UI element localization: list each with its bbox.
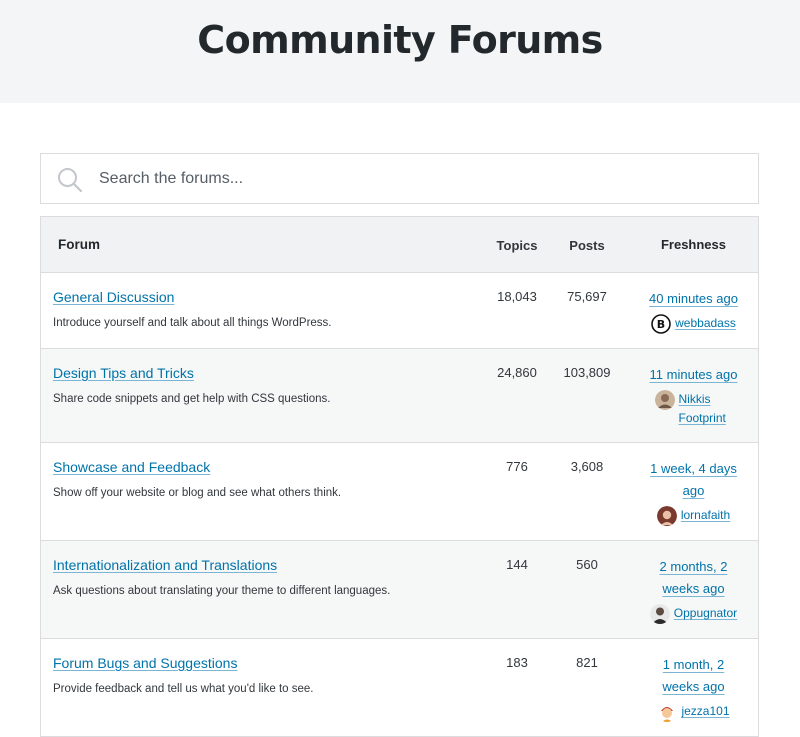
search-input[interactable] <box>99 163 699 194</box>
avatar[interactable] <box>657 702 678 722</box>
forum-row: Showcase and Feedback Show off your webs… <box>41 443 758 541</box>
forum-description: Share code snippets and get help with CS… <box>53 393 331 405</box>
posts-count: 821 <box>576 655 598 670</box>
svg-text:B: B <box>657 318 665 331</box>
forum-title-link[interactable]: General Discussion <box>53 289 174 305</box>
page-title: Community Forums <box>197 18 603 62</box>
avatar[interactable] <box>654 390 675 410</box>
topics-count: 776 <box>506 459 528 474</box>
header-topics: Topics <box>496 237 538 253</box>
author-link[interactable]: lornafaith <box>681 506 730 525</box>
topics-count: 18,043 <box>497 289 537 304</box>
author-link[interactable]: Nikkis Footprint <box>679 390 733 428</box>
forum-row: General Discussion Introduce yourself an… <box>41 273 758 349</box>
topics-count: 24,860 <box>497 365 537 380</box>
header-posts: Posts <box>569 237 605 253</box>
last-author: lornafaith <box>647 506 740 526</box>
forum-row: Internationalization and Translations As… <box>41 541 758 639</box>
last-author: Oppugnator <box>647 604 740 624</box>
last-author: Nikkis Footprint <box>647 390 740 428</box>
author-link[interactable]: webbadass <box>675 314 736 333</box>
forum-title-link[interactable]: Forum Bugs and Suggestions <box>53 655 237 671</box>
freshness-link[interactable]: 1 month, 2 weeks ago <box>647 654 740 698</box>
forum-description: Show off your website or blog and see wh… <box>53 487 342 499</box>
topics-count: 183 <box>506 655 528 670</box>
search-icon <box>58 168 83 193</box>
forum-row: Design Tips and Tricks Share code snippe… <box>41 349 758 443</box>
forum-description: Introduce yourself and talk about all th… <box>53 317 332 329</box>
avatar[interactable] <box>649 604 670 624</box>
posts-count: 560 <box>576 557 598 572</box>
topics-count: 144 <box>506 557 528 572</box>
forums-table: Forum Topics Posts Freshness General Dis… <box>40 216 759 737</box>
forum-row: Forum Bugs and Suggestions Provide feedb… <box>41 639 758 737</box>
search-box[interactable] <box>40 153 759 204</box>
freshness-link[interactable]: 40 minutes ago <box>649 288 738 310</box>
forum-title-link[interactable]: Design Tips and Tricks <box>53 365 194 381</box>
forum-title-link[interactable]: Showcase and Feedback <box>53 459 210 475</box>
author-link[interactable]: Oppugnator <box>674 604 737 623</box>
forum-title-link[interactable]: Internationalization and Translations <box>53 557 277 573</box>
posts-count: 75,697 <box>567 289 607 304</box>
forum-description: Ask questions about translating your the… <box>53 585 391 597</box>
last-author: B webbadass <box>647 314 740 334</box>
posts-count: 103,809 <box>563 365 611 380</box>
forum-description: Provide feedback and tell us what you'd … <box>53 683 314 695</box>
table-header: Forum Topics Posts Freshness <box>41 217 758 273</box>
author-link[interactable]: jezza101 <box>681 702 729 721</box>
freshness-link[interactable]: 1 week, 4 days ago <box>647 458 740 502</box>
forum-content: Forum Topics Posts Freshness General Dis… <box>40 153 759 737</box>
freshness-link[interactable]: 2 months, 2 weeks ago <box>647 556 740 600</box>
freshness-link[interactable]: 11 minutes ago <box>650 364 738 386</box>
header-freshness: Freshness <box>660 237 727 252</box>
last-author: jezza101 <box>647 702 740 722</box>
avatar[interactable] <box>656 506 677 526</box>
avatar[interactable]: B <box>651 314 671 334</box>
posts-count: 3,608 <box>570 459 604 474</box>
header-forum: Forum <box>58 237 100 252</box>
page-header: Community Forums <box>0 0 800 103</box>
